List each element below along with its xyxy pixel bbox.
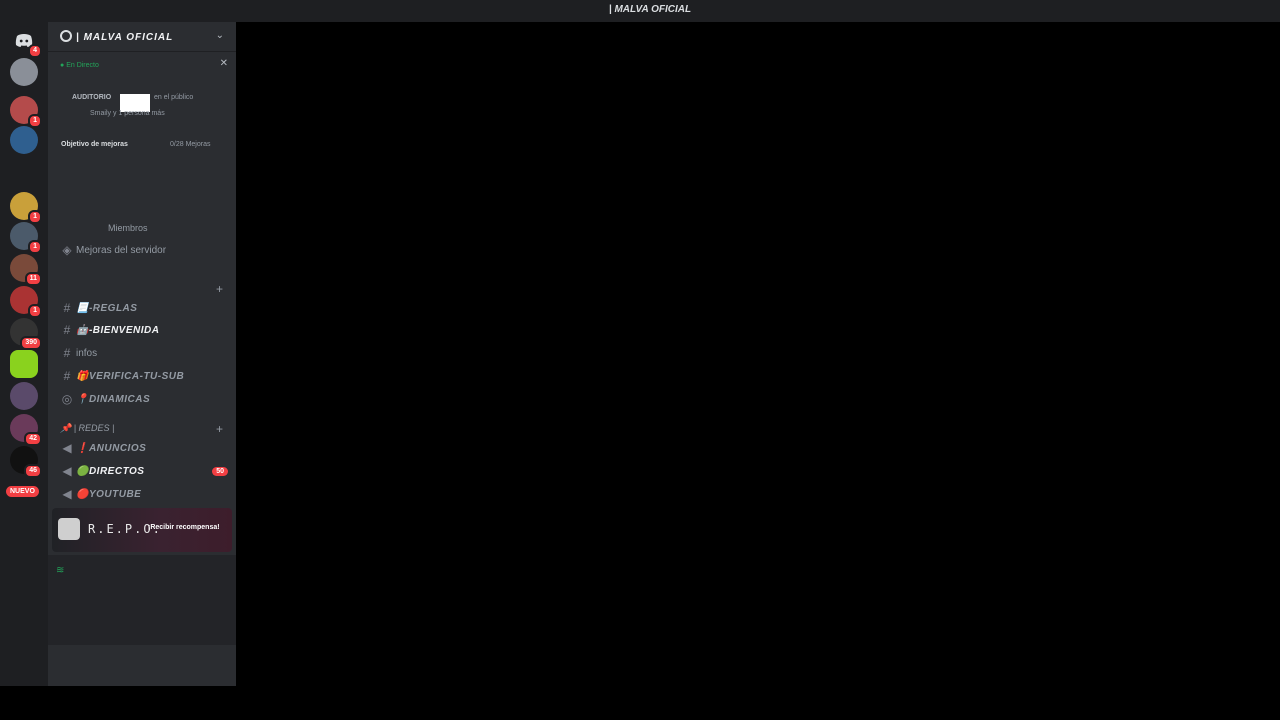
server-icon[interactable]: 42	[10, 414, 42, 446]
channel-label: 📍DINAMICAS	[76, 393, 151, 405]
stage-live-card[interactable]: ● En Directo ✕ AUDITORIO en el público S…	[58, 58, 228, 120]
announcement-icon: ◀	[62, 441, 72, 455]
channel-label: 🟢DIRECTOS	[76, 465, 145, 477]
channel-item[interactable]: # 📃-REGLAS	[58, 298, 228, 318]
server-icon[interactable]	[10, 58, 38, 86]
channel-hash-icon: #	[63, 369, 71, 383]
chevron-down-icon[interactable]: ⌄	[216, 30, 224, 41]
channel-sidebar: | MALVA OFICIAL ⌄ ● En Directo ✕ AUDITOR…	[48, 22, 236, 686]
channel-label: 📃-REGLAS	[76, 302, 138, 314]
boost-goal[interactable]: Objetivo de mejoras 0/28 Mejoras	[58, 138, 228, 152]
stage-name: AUDITORIO	[72, 94, 112, 101]
members-item[interactable]: Miembros	[108, 218, 228, 238]
server-boosts-item[interactable]: ◈ Mejoras del servidor	[58, 240, 228, 260]
server-badge: 1	[28, 240, 42, 254]
server-header[interactable]: | MALVA OFICIAL ⌄	[48, 22, 236, 52]
server-icon[interactable]: 1	[10, 222, 42, 254]
channel-label: infos	[76, 347, 98, 359]
server-list: 4 1 1 1 11 1 390 42 46 NUEVO	[0, 22, 48, 686]
signal-icon[interactable]: ≋	[56, 565, 64, 576]
channel-item[interactable]: ◀ 🔴YOUTUBE	[58, 484, 228, 504]
stage-meta: en el público	[154, 94, 194, 101]
server-badge: 1	[28, 114, 42, 128]
channel-item[interactable]: # 🎁VERIFICA-TU-SUB	[58, 366, 228, 386]
channel-item[interactable]: ◀ 🟢DIRECTOS 50	[58, 461, 228, 481]
channel-item[interactable]: ◀ ❗ANUNCIOS	[58, 438, 228, 458]
channel-label: 🔴YOUTUBE	[76, 488, 142, 500]
server-icon[interactable]	[10, 350, 38, 378]
channel-item[interactable]: # 🤖-BIENVENIDA	[58, 320, 228, 340]
repo-logo-icon	[58, 518, 80, 540]
server-icon[interactable]: 390	[10, 318, 42, 350]
server-name: | MALVA OFICIAL	[76, 32, 174, 43]
unread-badge: 50	[212, 466, 228, 476]
live-indicator: ● En Directo	[60, 62, 99, 69]
reward-button[interactable]: ¡Recibir recompensa!	[148, 524, 220, 531]
category-redes[interactable]: 📌 | REDES |	[60, 423, 114, 434]
server-badge: 46	[24, 464, 42, 478]
server-icon[interactable]: 46	[10, 446, 42, 478]
promo-banner[interactable]: R.E.P.O. ¡Recibir recompensa!	[52, 508, 232, 552]
channel-label: 🎁VERIFICA-TU-SUB	[76, 370, 185, 382]
server-badge: 1	[28, 210, 42, 224]
add-channel-icon[interactable]: +	[216, 422, 223, 436]
boost-goal-label: Objetivo de mejoras	[61, 141, 128, 148]
announcement-icon: ◀	[62, 464, 72, 478]
channel-hash-icon: #	[63, 323, 71, 337]
channel-item[interactable]: ◎ 📍DINAMICAS	[58, 389, 228, 409]
channel-hash-icon: #	[63, 301, 71, 315]
server-badge: 11	[24, 272, 42, 286]
boost-icon: ◈	[62, 243, 72, 257]
server-badge: 1	[28, 304, 42, 318]
server-gear-icon	[60, 30, 72, 42]
server-badge: 390	[20, 336, 42, 350]
add-channel-icon[interactable]: +	[216, 282, 223, 296]
window-title-bar: | MALVA OFICIAL	[0, 0, 1280, 22]
channel-label: ❗ANUNCIOS	[76, 442, 147, 454]
server-icon[interactable]: 1	[10, 192, 42, 224]
channel-item[interactable]: # infos	[58, 343, 228, 363]
server-badge: 42	[24, 432, 42, 446]
server-icon[interactable]	[10, 382, 38, 410]
server-badge: 4	[28, 44, 42, 58]
close-icon[interactable]: ✕	[220, 58, 228, 69]
boosts-label: Mejoras del servidor	[76, 244, 167, 256]
voice-panel: ≋	[48, 555, 236, 645]
channel-label: 🤖-BIENVENIDA	[76, 324, 160, 336]
window-title: | MALVA OFICIAL	[608, 4, 692, 15]
server-icon[interactable]	[10, 126, 38, 154]
channel-hash-icon: #	[63, 346, 71, 360]
server-icon[interactable]: 1	[10, 286, 42, 318]
server-icon[interactable]: 11	[10, 254, 42, 286]
live-label: En Directo	[66, 62, 99, 69]
members-label: Miembros	[108, 223, 148, 233]
boost-count: 0/28 Mejoras	[170, 141, 211, 148]
new-badge[interactable]: NUEVO	[6, 486, 39, 497]
server-icon[interactable]: 1	[10, 96, 42, 128]
announcement-icon: ◀	[62, 487, 72, 501]
stage-people: Smaily y 1 persona más	[90, 110, 165, 117]
stage-channel-icon: ◎	[61, 392, 73, 406]
discord-home-icon[interactable]: 4	[10, 26, 42, 58]
